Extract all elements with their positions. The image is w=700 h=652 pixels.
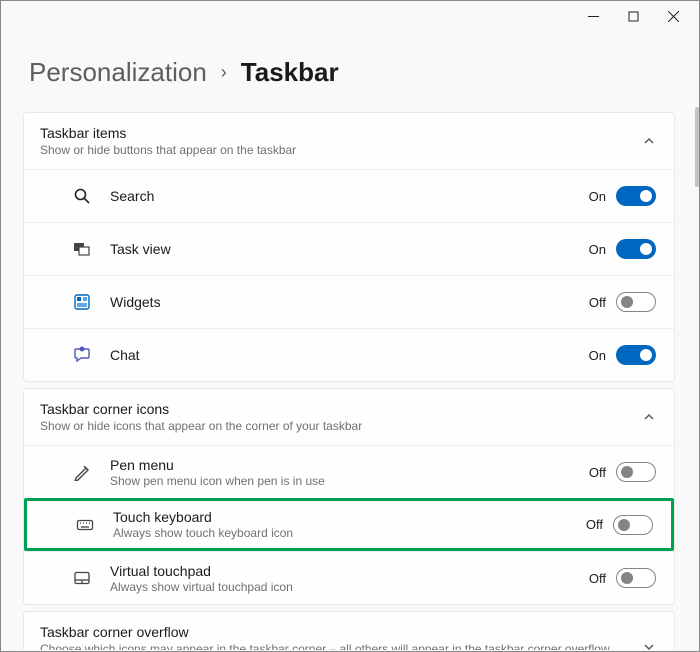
toggle-chat[interactable] [616,345,656,365]
row-label: Widgets [110,294,589,310]
row-pen-menu: Pen menu Show pen menu icon when pen is … [24,445,674,498]
toggle-state: Off [589,295,606,310]
section-corner-overflow: Taskbar corner overflow Choose which ico… [23,611,675,650]
row-label: Virtual touchpad [110,563,589,579]
toggle-widgets[interactable] [616,292,656,312]
page-title: Taskbar [241,57,339,88]
toggle-state: Off [586,517,603,532]
row-sublabel: Show pen menu icon when pen is in use [110,474,589,488]
section-header-corner-overflow[interactable]: Taskbar corner overflow Choose which ico… [24,612,674,650]
section-title: Taskbar corner overflow [40,624,642,640]
toggle-task-view[interactable] [616,239,656,259]
toggle-pen-menu[interactable] [616,462,656,482]
chat-icon [72,345,92,365]
chevron-right-icon: › [221,62,227,83]
row-label: Task view [110,241,589,257]
section-subtitle: Choose which icons may appear in the tas… [40,642,642,650]
row-virtual-touchpad: Virtual touchpad Always show virtual tou… [24,551,674,604]
section-taskbar-items: Taskbar items Show or hide buttons that … [23,112,675,382]
minimize-button[interactable] [573,2,613,30]
section-title: Taskbar corner icons [40,401,642,417]
chevron-up-icon [642,134,656,148]
toggle-state: On [589,189,606,204]
close-button[interactable] [653,2,693,30]
maximize-button[interactable] [613,2,653,30]
chevron-up-icon [642,410,656,424]
row-search: Search On [24,169,674,222]
toggle-virtual-touchpad[interactable] [616,568,656,588]
breadcrumb: Personalization › Taskbar [1,31,693,112]
row-task-view: Task view On [24,222,674,275]
row-label: Touch keyboard [113,509,586,525]
scrollbar-thumb[interactable] [695,107,699,187]
row-widgets: Widgets Off [24,275,674,328]
section-subtitle: Show or hide buttons that appear on the … [40,143,642,157]
settings-window: Personalization › Taskbar Taskbar items … [0,0,700,652]
row-label: Chat [110,347,589,363]
section-header-taskbar-items[interactable]: Taskbar items Show or hide buttons that … [24,113,674,169]
widgets-icon [72,292,92,312]
pen-icon [72,462,92,482]
toggle-search[interactable] [616,186,656,206]
toggle-state: Off [589,571,606,586]
row-label: Search [110,188,589,204]
toggle-state: On [589,348,606,363]
keyboard-icon [75,515,95,535]
touchpad-icon [72,568,92,588]
row-sublabel: Always show touch keyboard icon [113,526,586,540]
toggle-state: Off [589,465,606,480]
row-touch-keyboard: Touch keyboard Always show touch keyboar… [24,498,674,551]
section-corner-icons: Taskbar corner icons Show or hide icons … [23,388,675,605]
toggle-state: On [589,242,606,257]
section-title: Taskbar items [40,125,642,141]
task-view-icon [72,239,92,259]
row-sublabel: Always show virtual touchpad icon [110,580,589,594]
breadcrumb-parent[interactable]: Personalization [29,57,207,88]
search-icon [72,186,92,206]
section-header-corner-icons[interactable]: Taskbar corner icons Show or hide icons … [24,389,674,445]
content-area: Personalization › Taskbar Taskbar items … [1,31,693,650]
titlebar [1,1,699,31]
row-label: Pen menu [110,457,589,473]
toggle-touch-keyboard[interactable] [613,515,653,535]
row-chat: Chat On [24,328,674,381]
chevron-down-icon [642,640,656,650]
section-subtitle: Show or hide icons that appear on the co… [40,419,642,433]
